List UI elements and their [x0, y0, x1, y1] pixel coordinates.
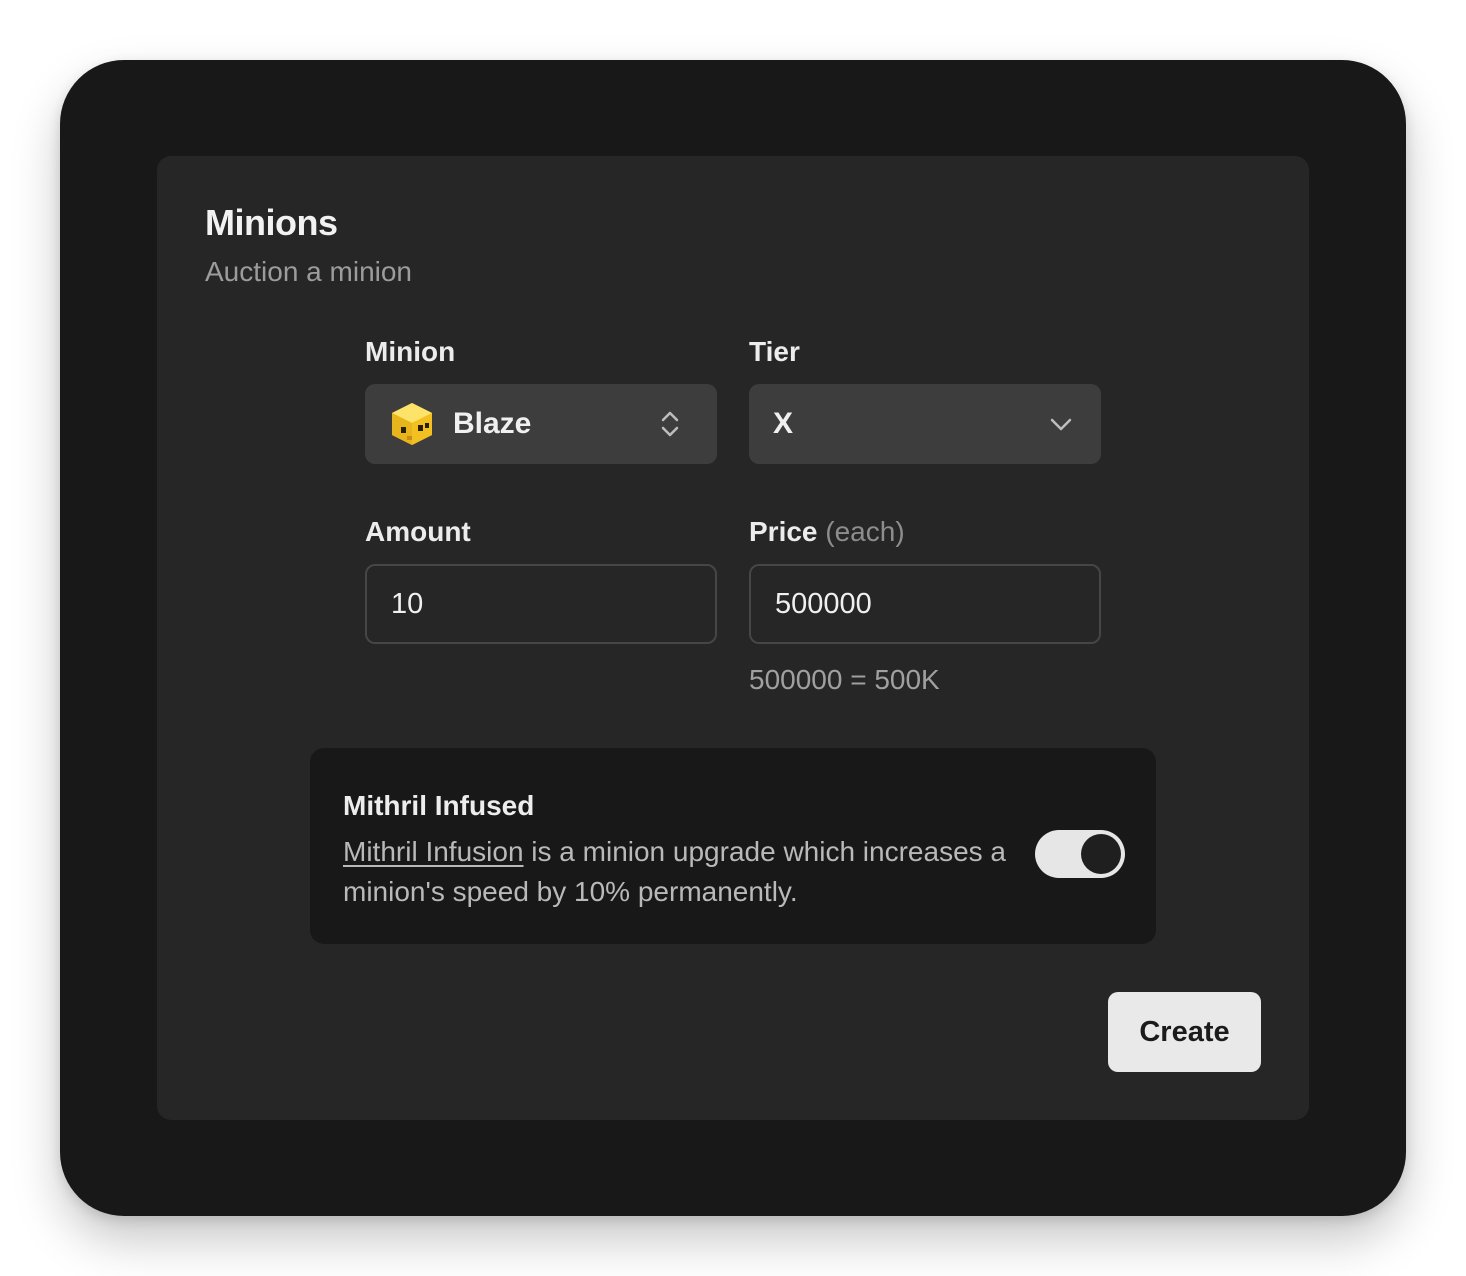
mithril-infusion-link[interactable]: Mithril Infusion [343, 836, 524, 867]
mithril-infused-panel: Mithril Infused Mithril Infusion is a mi… [310, 748, 1156, 944]
minion-select[interactable]: Blaze [365, 384, 717, 464]
create-button[interactable]: Create [1108, 992, 1261, 1072]
card-title: Minions [205, 202, 338, 243]
mithril-infused-description: Mithril Infusion is a minion upgrade whi… [343, 832, 1023, 912]
tier-select-value: X [773, 407, 794, 440]
chevron-up-down-icon [659, 410, 681, 438]
price-label: Price (each) [749, 516, 905, 548]
minion-select-value: Blaze [453, 407, 532, 440]
blaze-minion-icon [389, 401, 435, 447]
card-subtitle: Auction a minion [205, 256, 413, 287]
chevron-down-icon [1049, 414, 1073, 434]
amount-input[interactable]: 10 [365, 564, 717, 644]
mithril-infused-title: Mithril Infused [343, 790, 535, 821]
price-label-text: Price [749, 516, 818, 547]
toggle-knob [1081, 834, 1121, 874]
minions-card: Minions Auction a minion Minion Blaze Ti… [157, 156, 1309, 1120]
amount-label: Amount [365, 516, 471, 547]
minion-label: Minion [365, 336, 456, 367]
mithril-infused-toggle[interactable] [1035, 830, 1125, 878]
app-window: Minions Auction a minion Minion Blaze Ti… [60, 60, 1406, 1216]
tier-select[interactable]: X [749, 384, 1101, 464]
tier-label: Tier [749, 336, 800, 367]
price-hint: 500000 = 500K [749, 664, 940, 695]
price-input[interactable]: 500000 [749, 564, 1101, 644]
price-label-suffix: (each) [825, 516, 905, 547]
